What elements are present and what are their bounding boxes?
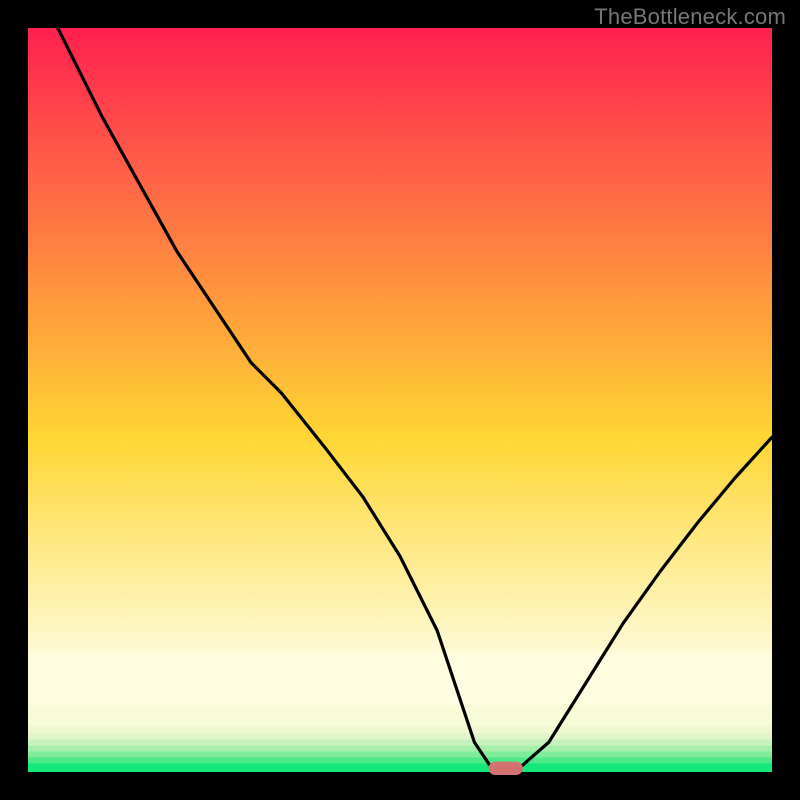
chart-svg [0,0,800,800]
watermark-text: TheBottleneck.com [594,4,786,30]
bottleneck-chart: TheBottleneck.com [0,0,800,800]
